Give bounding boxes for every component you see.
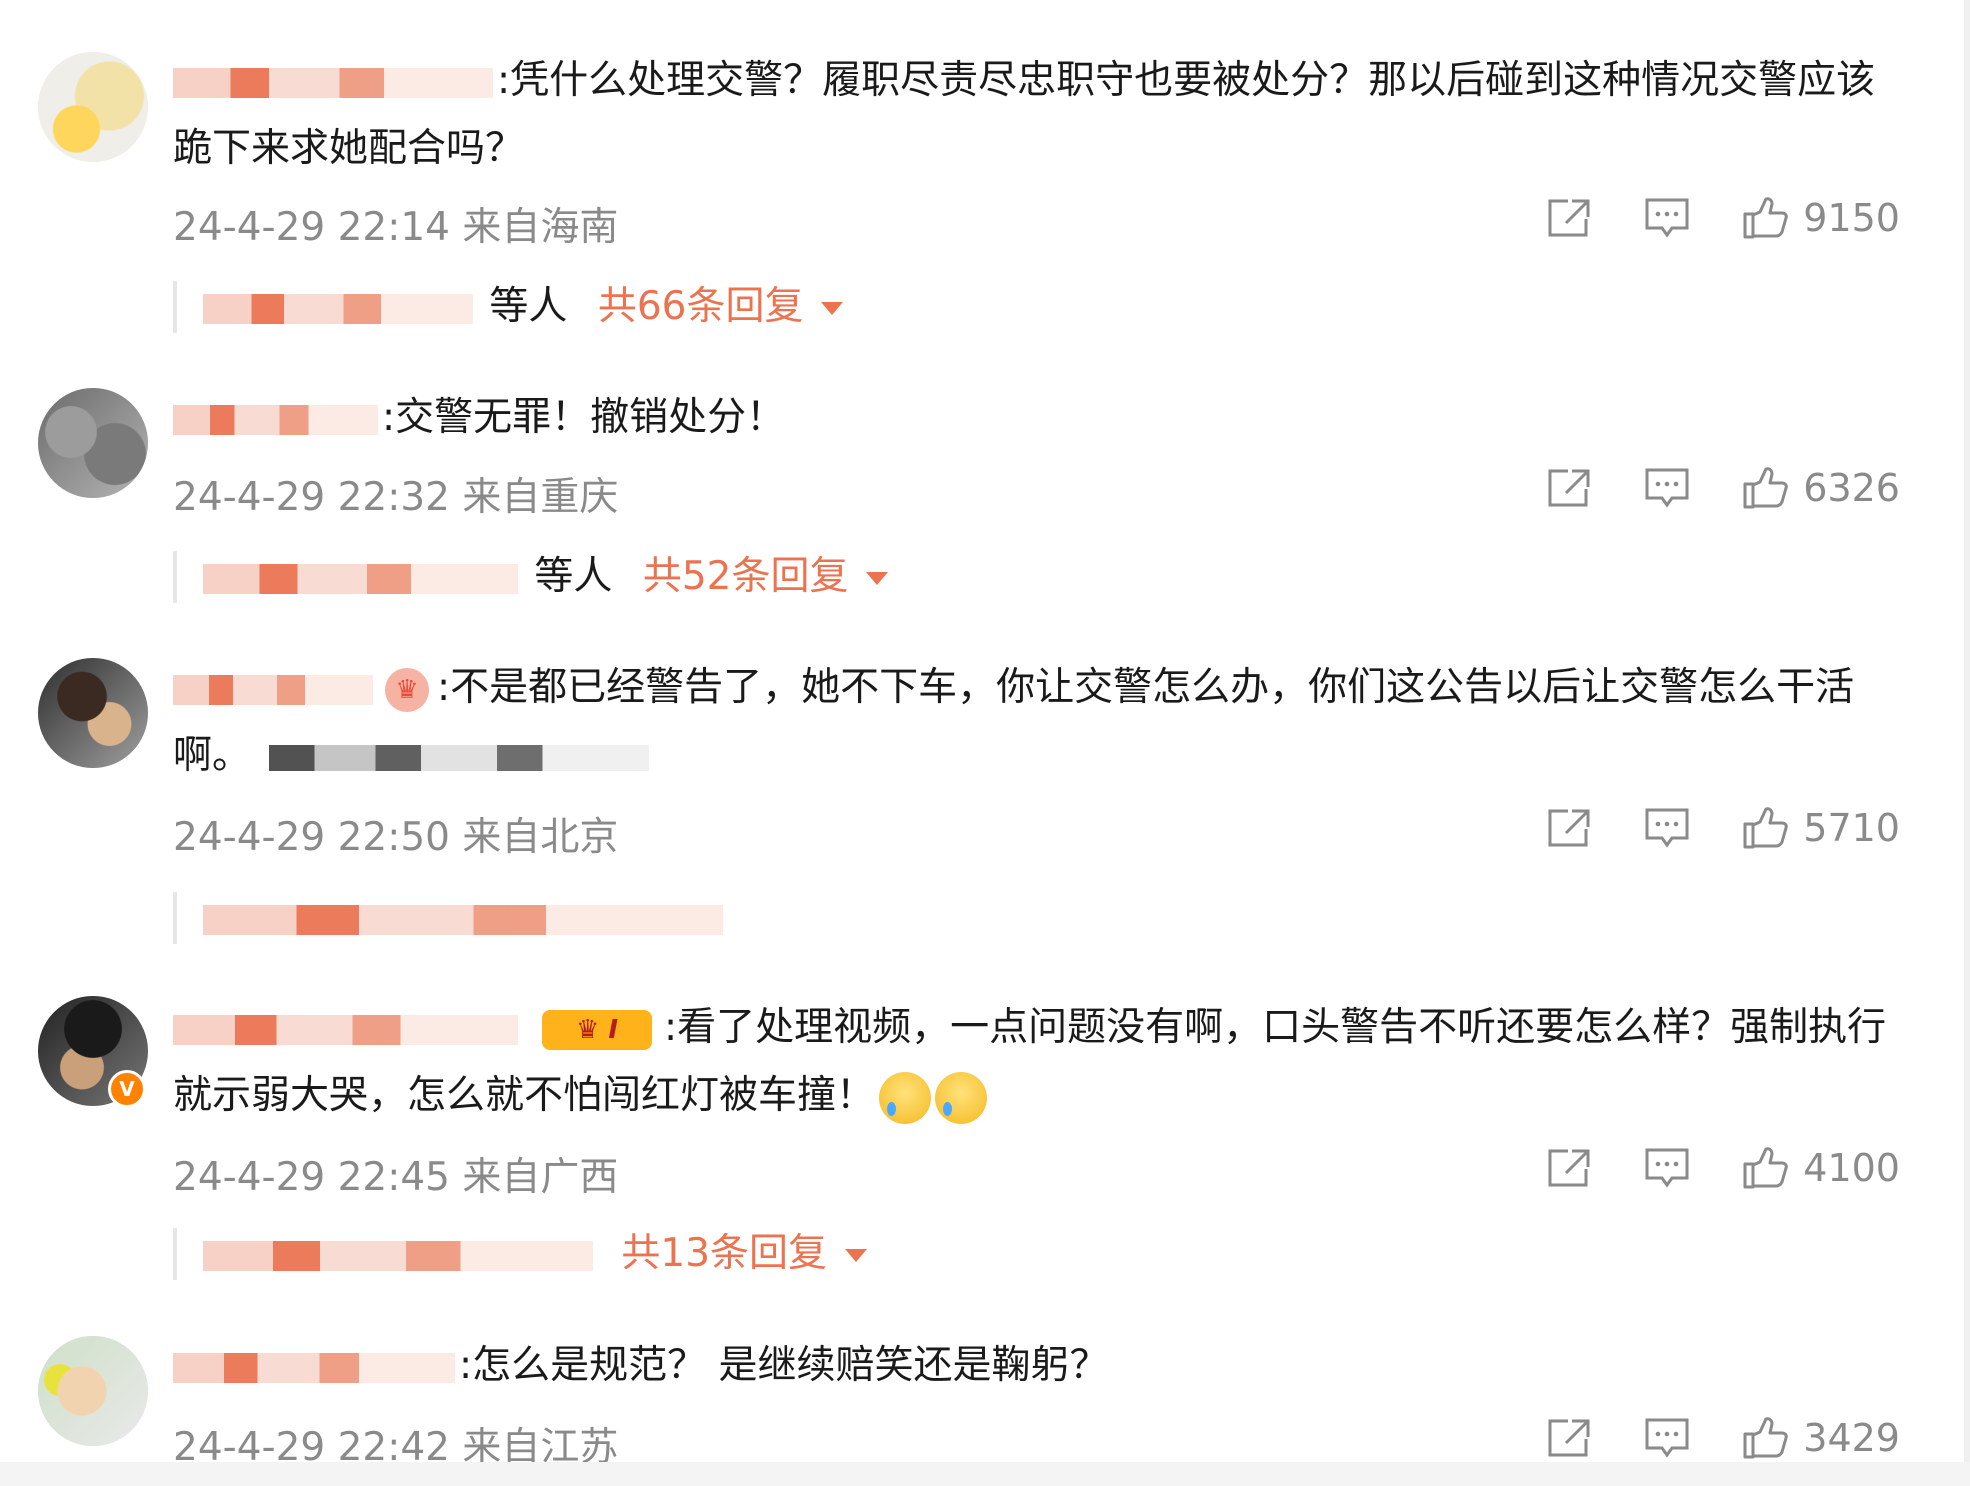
share-icon[interactable] xyxy=(1545,1416,1593,1460)
comment-meta: 24-4-29 22:45 来自广西 xyxy=(173,1146,618,1202)
vip-badge-label: I xyxy=(608,1014,619,1045)
reply-count[interactable]: 共52条回复 xyxy=(643,554,849,599)
reply-count[interactable]: 共13条回复 xyxy=(621,1231,827,1276)
username[interactable] xyxy=(173,1343,459,1388)
comment-text: :凭什么处理交警？履职尽责尽忠职守也要被处分？那以后碰到这种情况交警应该跪下来求… xyxy=(173,47,1903,183)
username[interactable] xyxy=(173,1005,522,1050)
avatar[interactable] xyxy=(38,1336,148,1446)
timestamp: 24-4-29 22:14 xyxy=(173,205,450,250)
username[interactable] xyxy=(173,58,497,103)
reply-suffix: 等人 xyxy=(534,554,613,599)
sweat-emoji-icon xyxy=(935,1071,988,1124)
location: 来自海南 xyxy=(462,205,619,250)
comment-actions: 3429 xyxy=(1495,1416,1900,1460)
comment-text: :交警无罪！撤销处分！ xyxy=(173,384,1903,452)
reply-summary[interactable]: 等人 共52条回复 xyxy=(173,551,889,603)
comment-icon[interactable] xyxy=(1643,196,1691,240)
chevron-down-icon[interactable] xyxy=(845,1249,868,1262)
share-icon[interactable] xyxy=(1545,1146,1593,1190)
comment-body: :交警无罪！撤销处分！ xyxy=(382,395,786,440)
redacted-content xyxy=(269,744,650,771)
redacted-reply-user xyxy=(203,1240,593,1271)
chevron-down-icon[interactable] xyxy=(866,572,889,585)
chevron-down-icon[interactable] xyxy=(821,302,844,315)
comment-actions: 4100 xyxy=(1495,1146,1900,1190)
like-count: 6326 xyxy=(1803,466,1900,510)
thumbs-up-icon[interactable] xyxy=(1741,466,1789,510)
like-count: 3429 xyxy=(1803,1416,1900,1460)
comment-meta: 24-4-29 22:32 来自重庆 xyxy=(173,466,618,522)
redacted-reply-summary xyxy=(203,904,723,935)
vip-badge: ♛ I xyxy=(542,1009,652,1050)
thumbs-up-icon[interactable] xyxy=(1741,806,1789,850)
comment-actions: 6326 xyxy=(1495,466,1900,510)
verified-badge-icon: V xyxy=(108,1070,146,1108)
thumbs-up-icon[interactable] xyxy=(1741,1146,1789,1190)
comment-body: :怎么是规范？ 是继续赔笑还是鞠躬？ xyxy=(459,1343,1109,1388)
comment-icon[interactable] xyxy=(1643,466,1691,510)
avatar[interactable] xyxy=(38,388,148,498)
bottom-edge xyxy=(0,1462,1970,1486)
timestamp: 24-4-29 22:50 xyxy=(173,815,450,860)
location: 来自北京 xyxy=(462,815,619,860)
comment-text: :怎么是规范？ 是继续赔笑还是鞠躬？ xyxy=(173,1332,1903,1400)
reply-summary[interactable]: 共13条回复 xyxy=(173,1228,868,1280)
comment-text: ♛ I:看了处理视频，一点问题没有啊，口头警告不听还要怎么样？强制执行就示弱大哭… xyxy=(173,994,1903,1130)
username[interactable] xyxy=(173,395,382,440)
timestamp: 24-4-29 22:45 xyxy=(173,1155,450,1200)
comment-icon[interactable] xyxy=(1643,1416,1691,1460)
comment-meta: 24-4-29 22:14 来自海南 xyxy=(173,196,618,252)
like-count: 5710 xyxy=(1803,806,1900,850)
comment-actions: 5710 xyxy=(1495,806,1900,850)
scrollbar[interactable] xyxy=(1964,0,1970,1486)
reply-count[interactable]: 共66条回复 xyxy=(598,284,804,329)
like-count: 9150 xyxy=(1803,196,1900,240)
timestamp: 24-4-29 22:32 xyxy=(173,475,450,520)
thumbs-up-icon[interactable] xyxy=(1741,1416,1789,1460)
reply-user[interactable] xyxy=(203,284,477,329)
location: 来自广西 xyxy=(462,1155,619,1200)
reply-summary[interactable]: 等人 共66条回复 xyxy=(173,281,844,333)
like-count: 4100 xyxy=(1803,1146,1900,1190)
share-icon[interactable] xyxy=(1545,466,1593,510)
comment-actions: 9150 xyxy=(1495,196,1900,240)
location: 来自重庆 xyxy=(462,475,619,520)
username[interactable] xyxy=(173,665,377,710)
comment-icon[interactable] xyxy=(1643,1146,1691,1190)
thumbs-up-icon[interactable] xyxy=(1741,196,1789,240)
avatar[interactable] xyxy=(38,52,148,162)
reply-user[interactable] xyxy=(203,554,522,599)
share-icon[interactable] xyxy=(1545,806,1593,850)
reply-summary[interactable] xyxy=(173,892,727,944)
comment-meta: 24-4-29 22:50 来自北京 xyxy=(173,806,618,862)
avatar[interactable] xyxy=(38,658,148,768)
crown-badge-icon: ♛ xyxy=(385,667,429,712)
share-icon[interactable] xyxy=(1545,196,1593,240)
sweat-emoji-icon xyxy=(879,1071,932,1124)
reply-suffix: 等人 xyxy=(489,284,568,329)
comment-text: ♛:不是都已经警告了，她不下车，你让交警怎么办，你们这公告以后让交警怎么干活啊。 xyxy=(173,654,1903,790)
comment-icon[interactable] xyxy=(1643,806,1691,850)
